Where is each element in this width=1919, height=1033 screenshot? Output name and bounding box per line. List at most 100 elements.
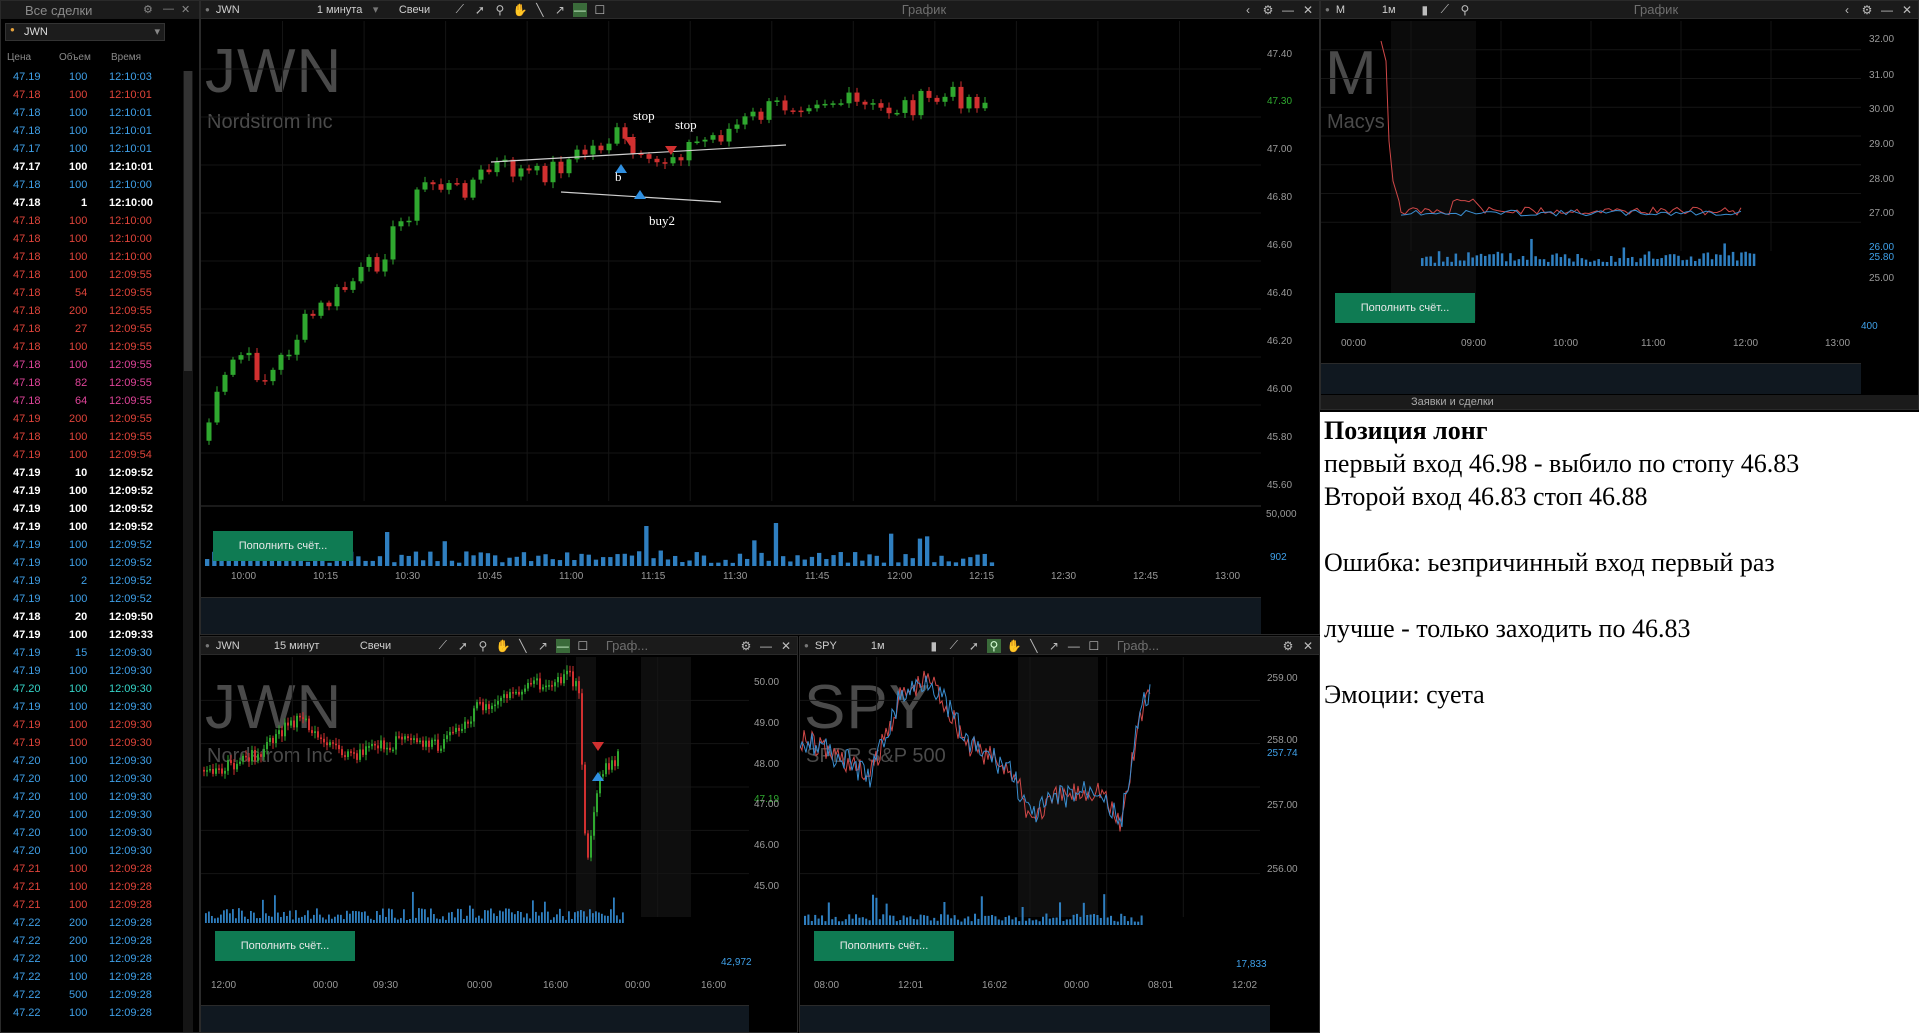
symbol-dropdown[interactable]: SPY [815,640,865,652]
scrollbar-thumb[interactable] [184,71,192,371]
volume-bar [1623,247,1626,266]
volume-bar [1576,254,1579,266]
line-tool-icon[interactable]: ╲ [1027,639,1041,653]
close-icon[interactable]: ✕ [1301,639,1315,653]
navigator-bar[interactable] [1321,363,1861,394]
horizontal-line-icon[interactable]: — [556,639,570,653]
close-icon[interactable]: ✕ [779,639,793,653]
minimize-icon[interactable]: — [1880,3,1894,17]
fill-account-button[interactable]: Пополнить счёт... [814,931,954,961]
trade-volume: 100 [69,1007,87,1019]
settings-icon[interactable]: ⚙ [1261,3,1275,17]
candle-body [735,125,740,129]
candle-body [295,340,300,355]
fill-account-button[interactable]: Пополнить счёт... [215,931,355,961]
candle-body [671,157,676,163]
arrow-tool-icon[interactable]: ↗ [1047,639,1061,653]
trade-volume: 100 [69,485,87,497]
style-dropdown[interactable]: Свечи [399,4,447,16]
minimize-icon[interactable]: — [759,639,773,653]
indicators-icon[interactable]: ⟋ [947,638,961,653]
symbol-dropdown[interactable]: JWN [216,640,268,652]
candle-body [975,97,980,108]
fill-account-button[interactable]: Пополнить счёт... [213,531,353,561]
zoom-icon[interactable]: ⚲ [493,3,507,17]
interval-dropdown[interactable]: 1м [1382,4,1412,16]
hand-icon[interactable]: ✋ [513,3,527,17]
fill-account-button[interactable]: Пополнить счёт... [1335,293,1475,323]
volume-bar [229,913,231,923]
cursor-icon[interactable]: ➚ [473,3,487,17]
indicators-icon[interactable]: ⟋ [453,2,467,17]
horizontal-line-icon[interactable]: — [573,3,587,17]
indicators-icon[interactable]: ⟋ [1438,2,1452,17]
cursor-icon[interactable]: ➚ [967,639,981,653]
candle-body [326,742,328,745]
interval-dropdown[interactable]: 15 минут [274,640,354,652]
hand-icon[interactable]: ✋ [1007,639,1021,653]
close-icon[interactable]: ✕ [181,3,190,16]
volume-bar [852,919,854,925]
interval-dropdown[interactable]: 1 минута [317,4,367,16]
volume-bar [397,920,399,923]
volume-bar [1698,259,1701,266]
candlestick-chart[interactable] [201,21,1261,621]
volume-bar [337,915,339,923]
arrow-tool-icon[interactable]: ↗ [536,639,550,653]
navigator-bar[interactable] [201,1005,749,1033]
trade-volume: 100 [69,449,87,461]
arrow-tool-icon[interactable]: ↗ [553,3,567,17]
close-icon[interactable]: ✕ [1900,3,1914,17]
settings-icon[interactable]: ⚙ [739,639,753,653]
candle-body [815,105,820,109]
horizontal-line-icon[interactable]: — [1067,639,1081,653]
trade-time: 12:09:28 [109,863,152,875]
candles-icon[interactable]: ▮ [927,639,941,653]
settings-icon[interactable]: ⚙ [1281,639,1295,653]
candle-body [275,734,277,743]
volume-bar [464,551,468,566]
volume-bar [454,917,456,923]
volume-bar [1753,254,1756,266]
rectangle-tool-icon[interactable]: ☐ [1087,639,1101,653]
zoom-icon[interactable]: ⚲ [987,639,1001,653]
trades-scrollbar[interactable] [183,71,193,1033]
navigator-bar[interactable] [800,1005,1270,1033]
volume-bar [292,919,294,923]
candle-body [695,142,700,144]
trade-row: 47.17 100 12:10:01 [1,159,161,177]
chevron-left-icon[interactable]: ‹ [1840,3,1854,17]
line-tool-icon[interactable]: ╲ [533,3,547,17]
axis-label: 47.00 [1267,144,1292,155]
style-dropdown[interactable]: Свечи [360,640,430,652]
volume-bar [553,917,555,923]
trade-notes[interactable]: Позиция лонг первый вход 46.98 - выбило … [1320,412,1919,1033]
trade-time: 12:09:55 [109,395,152,407]
settings-icon[interactable]: ⚙ [143,3,153,16]
cursor-icon[interactable]: ➚ [456,639,470,653]
navigator-bar[interactable] [201,597,1261,635]
symbol-dropdown[interactable]: JWN [216,4,311,16]
indicators-icon[interactable]: ⟋ [436,638,450,653]
symbol-dropdown[interactable]: M [1336,4,1376,16]
orders-tab[interactable]: Заявки и сделки [1411,396,1494,408]
close-icon[interactable]: ✕ [1301,3,1315,17]
minimize-icon[interactable]: — [1281,3,1295,17]
hand-icon[interactable]: ✋ [496,639,510,653]
zoom-icon[interactable]: ⚲ [476,639,490,653]
settings-icon[interactable]: ⚙ [1860,3,1874,17]
interval-dropdown[interactable]: 1м [871,640,921,652]
chevron-left-icon[interactable]: ‹ [1241,3,1255,17]
volume-bar [950,918,952,925]
rectangle-tool-icon[interactable]: ☐ [593,3,607,17]
trade-time: 12:09:28 [109,989,152,1001]
trade-time: 12:09:55 [109,377,152,389]
candles-icon[interactable]: ▮ [1418,3,1432,17]
volume-bar [680,562,684,566]
rectangle-tool-icon[interactable]: ☐ [576,639,590,653]
line-tool-icon[interactable]: ╲ [516,639,530,653]
candle-body [399,221,404,226]
minimize-icon[interactable]: — [163,3,174,15]
symbol-selector[interactable]: ● JWN ▾ [5,23,165,41]
zoom-icon[interactable]: ⚲ [1458,3,1472,17]
